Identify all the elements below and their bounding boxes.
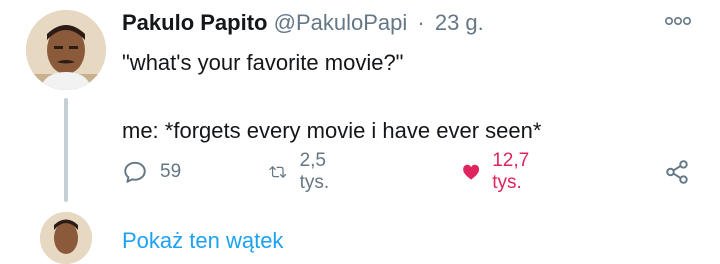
- heart-icon: [463, 164, 480, 180]
- author-name[interactable]: Pakulo Papito: [122, 10, 267, 35]
- reply-button[interactable]: 59: [122, 155, 181, 189]
- retweet-count: 2,5 tys.: [299, 150, 330, 193]
- thread-connector-line: [64, 98, 68, 202]
- reply-count: 59: [160, 161, 182, 182]
- like-count: 12,7 tys.: [492, 150, 530, 193]
- reply-icon: [124, 161, 146, 183]
- like-button[interactable]: 12,7 tys.: [462, 150, 539, 193]
- tweet-timestamp[interactable]: 23 g.: [435, 10, 484, 35]
- author-avatar-image: [26, 10, 106, 90]
- share-icon: [666, 160, 688, 184]
- thread-avatar-image: [40, 212, 92, 264]
- tweet-text: "what's your favorite movie?" me: *forge…: [122, 50, 542, 143]
- author-avatar[interactable]: [26, 10, 106, 90]
- author-handle[interactable]: @PakuloPapi: [274, 10, 408, 35]
- share-button[interactable]: [664, 155, 690, 189]
- thread-avatar[interactable]: [40, 212, 92, 264]
- retweet-icon: [269, 166, 287, 178]
- show-thread-link[interactable]: Pokaż ten wątek: [122, 228, 283, 254]
- tweet-header: Pakulo Papito @PakuloPapi · 23 g.: [122, 10, 484, 36]
- retweet-button[interactable]: 2,5 tys.: [268, 150, 340, 193]
- header-separator: ·: [417, 10, 425, 35]
- more-options-icon[interactable]: [664, 14, 692, 28]
